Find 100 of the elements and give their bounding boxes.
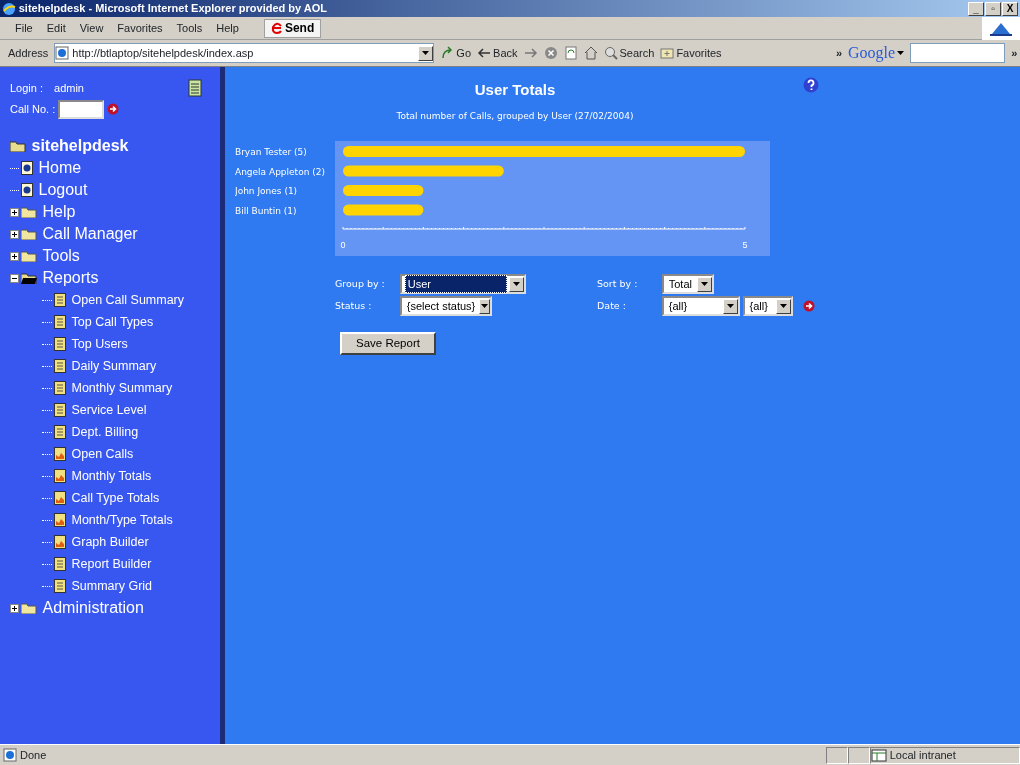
dropdown-field[interactable]: User [399, 274, 526, 294]
tree-root[interactable]: sitehelpdesk [31, 134, 129, 159]
page-icon [21, 161, 33, 176]
go-arrow-icon[interactable] [803, 300, 816, 312]
tree-item[interactable]: Administration [42, 596, 144, 621]
send-button[interactable]: Send [263, 18, 322, 38]
dropdown-arrow-icon[interactable] [422, 51, 430, 55]
tree-item[interactable]: Summary Grid [71, 576, 153, 596]
tree-item[interactable]: Reports [42, 266, 99, 291]
home-icon[interactable] [583, 46, 598, 60]
graph-icon [54, 491, 66, 506]
filter-label: Status : [335, 298, 373, 313]
report-icon [54, 293, 66, 308]
help-icon[interactable] [803, 77, 819, 93]
open-folder-icon [21, 272, 37, 285]
favorites-button[interactable]: Favorites [660, 44, 722, 62]
collapse-icon[interactable] [10, 273, 19, 283]
expand-icon[interactable] [10, 229, 19, 239]
forward-icon[interactable] [523, 46, 538, 60]
search-button[interactable]: Search [603, 44, 655, 62]
dropdown-field[interactable]: {all} [742, 296, 793, 316]
report-icon [54, 315, 66, 330]
dropdown-arrow-icon [700, 282, 708, 286]
tree-item[interactable]: Home [38, 156, 82, 181]
logo-icon [982, 16, 1020, 40]
expand-icon[interactable] [10, 251, 19, 261]
folder-icon [21, 206, 37, 219]
page-icon [3, 748, 17, 762]
go-arrow-icon[interactable] [106, 103, 119, 116]
filter-label: Group by : [335, 276, 386, 291]
window-title: sitehelpdesk - Microsoft Internet Explorer provided by AOL [18, 1, 328, 17]
tree-item[interactable]: Call Type Totals [71, 488, 160, 508]
minimize-button[interactable]: _ [968, 1, 984, 16]
google-button[interactable]: Google [848, 41, 905, 65]
tree-item[interactable]: Call Manager [42, 222, 138, 247]
tree-item[interactable]: Open Call Summary [71, 290, 185, 310]
folder-icon [21, 250, 37, 263]
address-field[interactable]: http://btlaptop/sitehelpdesk/index.asp [54, 43, 435, 63]
search-field[interactable] [910, 43, 1006, 63]
tree-item[interactable]: Top Users [71, 334, 128, 354]
tree-item[interactable]: Month/Type Totals [71, 510, 173, 530]
category-label: Bill Buntin (1) [235, 205, 297, 216]
status-text: Done [20, 747, 48, 763]
filter-label: Sort by : [597, 276, 639, 291]
graph-icon [54, 513, 66, 528]
tick-label: 0 [340, 240, 346, 250]
report-subtitle: Total number of Calls, grouped by User (27/02/2004) [395, 109, 635, 123]
more-button[interactable]: » [835, 44, 842, 62]
page-icon [21, 183, 33, 198]
browser-icon [2, 1, 16, 16]
folder-icon [21, 602, 37, 615]
expand-icon[interactable] [10, 603, 19, 613]
menu-item[interactable]: File [8, 19, 40, 37]
back-button[interactable]: Back [477, 44, 518, 62]
maximize-button[interactable]: ▫ [985, 1, 1001, 16]
tree-item[interactable]: Report Builder [71, 554, 152, 574]
tree-item[interactable]: Monthly Totals [71, 466, 152, 486]
favorites-icon [660, 46, 675, 60]
menu-item[interactable]: Help [209, 19, 246, 37]
menu-item[interactable]: Favorites [110, 19, 170, 37]
call-number-label: Call No. : [10, 102, 56, 117]
go-button[interactable]: Go [440, 44, 472, 62]
graph-icon [54, 447, 66, 462]
tree-item[interactable]: Daily Summary [71, 356, 157, 376]
call-number-field[interactable] [58, 99, 104, 119]
menu-item[interactable]: View [72, 19, 111, 37]
tree-item[interactable]: Tools [42, 244, 80, 269]
zone-text: Local intranet [889, 747, 956, 763]
tree-item[interactable]: Graph Builder [71, 532, 149, 552]
stop-icon[interactable] [543, 46, 558, 60]
tree-item[interactable]: Open Calls [71, 444, 134, 464]
login-label: Login : [10, 80, 44, 96]
e-icon [270, 22, 283, 34]
tree-item[interactable]: Dept. Billing [71, 422, 139, 442]
login-value: admin [54, 80, 84, 96]
report-icon [54, 359, 66, 374]
close-button[interactable]: X [1002, 1, 1018, 16]
tree-item[interactable]: Service Level [71, 400, 147, 420]
save-report-button[interactable]: Save Report [340, 332, 436, 356]
menu-item[interactable]: Tools [169, 19, 210, 37]
address-label: Address [8, 45, 49, 61]
report-icon [54, 557, 66, 572]
refresh-icon[interactable] [563, 46, 578, 60]
dropdown-field[interactable]: {select status} [399, 296, 492, 316]
more-button[interactable]: » [1011, 44, 1020, 62]
dropdown-field[interactable]: Total [661, 274, 714, 294]
expand-icon[interactable] [10, 207, 19, 217]
tree-item[interactable]: Help [42, 200, 76, 225]
tree-item[interactable]: Logout [38, 178, 88, 203]
report-icon [54, 381, 66, 396]
dropdown-field[interactable]: {all} [661, 296, 740, 316]
go-icon [440, 46, 455, 60]
page-icon [55, 46, 70, 60]
tree-item[interactable]: Monthly Summary [71, 378, 173, 398]
report-title: User Totals [473, 80, 557, 100]
clipboard-icon [188, 79, 202, 97]
menu-item[interactable]: Edit [39, 19, 73, 37]
graph-icon [54, 535, 66, 550]
graph-icon [54, 469, 66, 484]
tree-item[interactable]: Top Call Types [71, 312, 154, 332]
